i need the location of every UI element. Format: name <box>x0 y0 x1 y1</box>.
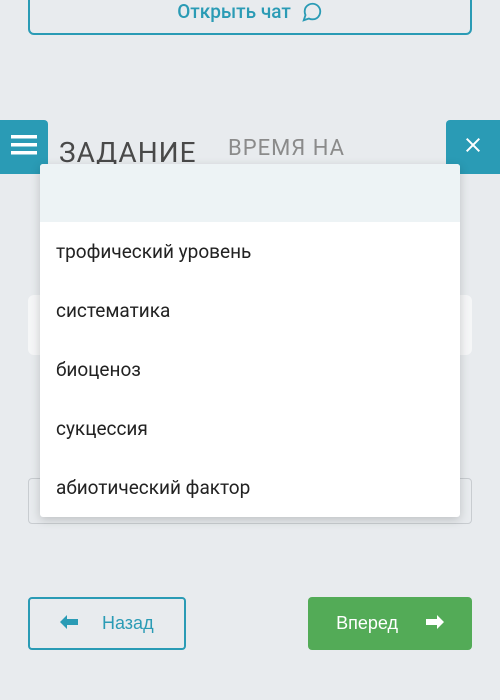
subheading-text: ВРЕМЯ НА <box>228 136 345 161</box>
chat-icon <box>301 1 323 23</box>
arrow-left-icon <box>60 613 78 634</box>
back-button[interactable]: Назад <box>28 597 186 650</box>
dropdown-option[interactable]: биоценоз <box>40 340 460 399</box>
dropdown-option[interactable]: систематика <box>40 281 460 340</box>
dropdown-panel: трофический уровень систематика биоценоз… <box>40 164 460 517</box>
chat-label: Открыть чат <box>177 0 291 23</box>
dropdown-option[interactable]: сукцессия <box>40 399 460 458</box>
hamburger-icon <box>11 135 37 159</box>
arrow-right-icon <box>426 613 444 634</box>
close-icon <box>461 133 485 161</box>
forward-button[interactable]: Вперед <box>308 597 472 650</box>
dropdown-option[interactable]: трофический уровень <box>40 222 460 281</box>
back-label: Назад <box>102 613 154 634</box>
dropdown-header <box>40 164 460 222</box>
dropdown-option[interactable]: абиотический фактор <box>40 458 460 517</box>
open-chat-button[interactable]: Открыть чат <box>28 0 472 35</box>
forward-label: Вперед <box>336 613 398 634</box>
nav-row: Назад Вперед <box>28 597 472 650</box>
